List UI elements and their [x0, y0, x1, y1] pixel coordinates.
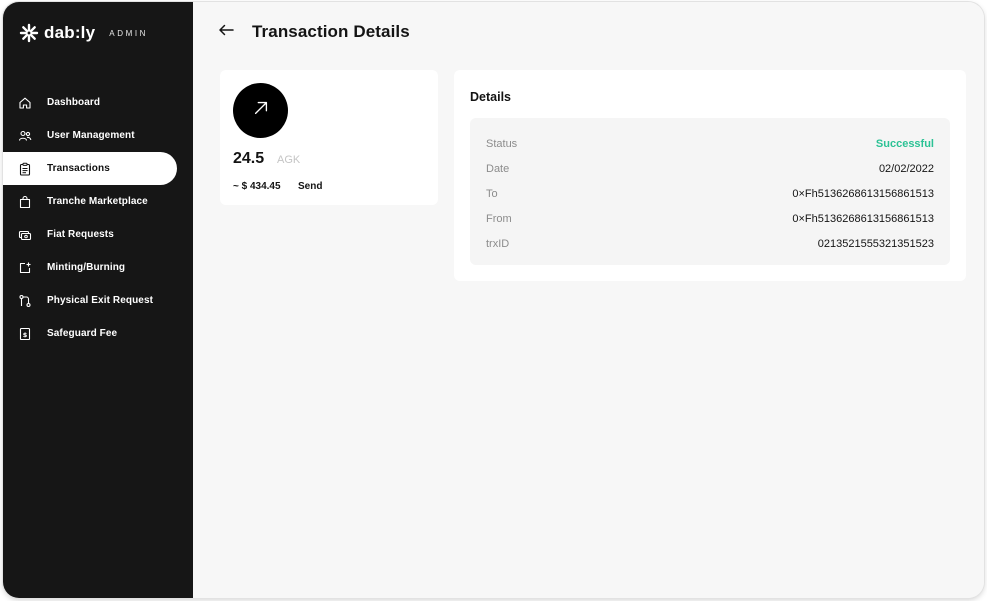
app-window: dab:ly ADMIN Dashboard User Management T…: [3, 2, 984, 598]
sidebar-item-label: Minting/Burning: [47, 262, 126, 273]
from-address-value: 0×Fh5136268613156861513: [792, 212, 934, 225]
sidebar-item-safeguard-fee[interactable]: $ Safeguard Fee: [3, 317, 193, 350]
detail-label: Status: [486, 137, 518, 150]
clipboard-icon: [18, 162, 32, 176]
sidebar-item-label: Safeguard Fee: [47, 328, 118, 339]
sidebar-item-fiat-requests[interactable]: Fiat Requests: [3, 218, 193, 251]
transaction-unit: AGK: [277, 154, 301, 166]
sidebar-item-minting-burning[interactable]: Minting/Burning: [3, 251, 193, 284]
sidebar-nav: Dashboard User Management Transactions T…: [3, 86, 193, 350]
detail-row-status: Status Successful: [470, 131, 950, 156]
date-value: 02/02/2022: [878, 162, 934, 175]
route-icon: [18, 294, 32, 308]
arrow-up-right-icon: [252, 99, 270, 122]
sidebar-item-label: Tranche Marketplace: [47, 196, 148, 207]
sidebar-item-label: Dashboard: [47, 97, 101, 108]
sidebar-item-tranche-marketplace[interactable]: Tranche Marketplace: [3, 185, 193, 218]
sidebar-item-physical-exit-request[interactable]: Physical Exit Request: [3, 284, 193, 317]
to-address-value: 0×Fh5136268613156861513: [792, 187, 934, 200]
trxid-value: 0213521555321351523: [817, 237, 934, 250]
brand-tag: ADMIN: [109, 28, 149, 38]
back-button[interactable]: [218, 22, 240, 42]
users-icon: [18, 129, 32, 143]
page-title: Transaction Details: [252, 22, 410, 41]
details-list: Status Successful Date 02/02/2022 To 0×F…: [470, 118, 950, 265]
transaction-amount: 24.5: [233, 150, 265, 167]
flower-logo-icon: [19, 23, 39, 43]
sidebar-item-transactions[interactable]: Transactions: [3, 152, 177, 185]
arrow-left-icon: [218, 23, 234, 41]
brand-name: dab:ly: [44, 23, 96, 42]
detail-label: trxID: [486, 237, 510, 250]
transaction-summary-card: 24.5 AGK ~ $ 434.45 Send: [220, 70, 438, 205]
detail-row-to: To 0×Fh5136268613156861513: [470, 181, 950, 206]
status-value: Successful: [875, 137, 934, 150]
home-icon: [18, 96, 32, 110]
sidebar-item-label: User Management: [47, 130, 135, 141]
details-title: Details: [470, 90, 511, 104]
brand: dab:ly ADMIN: [19, 22, 148, 44]
sidebar-item-label: Transactions: [47, 163, 110, 174]
detail-row-date: Date 02/02/2022: [470, 156, 950, 181]
sidebar-item-dashboard[interactable]: Dashboard: [3, 86, 193, 119]
detail-row-trxid: trxID 0213521555321351523: [470, 231, 950, 256]
main-content: Transaction Details 24.5 AGK ~ $ 434.45 …: [193, 2, 984, 598]
detail-row-from: From 0×Fh5136268613156861513: [470, 206, 950, 231]
detail-label: From: [486, 212, 512, 225]
svg-text:$: $: [23, 331, 28, 339]
sidebar: dab:ly ADMIN Dashboard User Management T…: [3, 2, 193, 598]
detail-label: To: [486, 187, 498, 200]
transaction-direction-badge: [233, 83, 288, 138]
details-card: Details Status Successful Date 02/02/202…: [454, 70, 966, 281]
mint-icon: [18, 261, 32, 275]
sidebar-item-user-management[interactable]: User Management: [3, 119, 193, 152]
transaction-type: Send: [298, 181, 323, 192]
cash-icon: [18, 228, 32, 242]
receipt-icon: $: [18, 327, 32, 341]
detail-label: Date: [486, 162, 510, 175]
sidebar-item-label: Physical Exit Request: [47, 295, 154, 306]
transaction-fiat-value: ~ $ 434.45: [233, 181, 281, 192]
sidebar-item-label: Fiat Requests: [47, 229, 114, 240]
shopping-bag-icon: [18, 195, 32, 209]
